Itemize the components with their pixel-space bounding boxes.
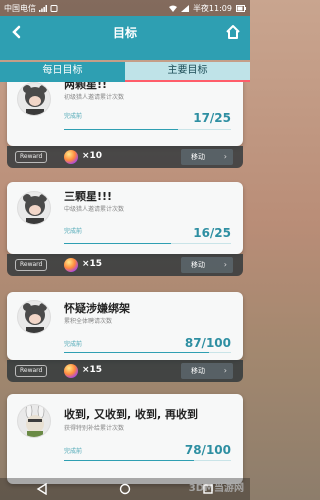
character-avatar-icon — [23, 194, 47, 224]
progress-bar-fill — [64, 243, 171, 244]
goal-card: 收到, 又收到, 收到, 再收到 获得特别补给累计次数 完成前 78/100 — [7, 394, 243, 484]
progress-bar-fill — [64, 352, 210, 353]
goal-card: 三颗星!!! 中级猎人邀请累计次数 完成前 16/25 — [7, 182, 243, 254]
goal-status-label: 完成前 — [64, 448, 83, 455]
goal-name: 收到, 又收到, 收到, 再收到 — [64, 408, 199, 421]
move-button[interactable]: 移动 › — [181, 149, 233, 165]
reward-row: Reward ×10 移动 › — [7, 146, 243, 168]
progress-bar — [64, 460, 231, 461]
avatar — [17, 404, 51, 438]
goal-progress: 78/100 — [184, 443, 231, 457]
reward-row: Reward ×15 移动 › — [7, 254, 243, 276]
avatar — [17, 82, 51, 116]
goal-status-label: 完成前 — [64, 228, 83, 235]
avatar — [17, 191, 51, 225]
goal-list: 两颗星!! 初级猎人邀请累计次数 完成前 17/25 Reward ×10 移动… — [0, 82, 250, 500]
progress-bar-fill — [64, 460, 195, 461]
move-button[interactable]: 移动 › — [181, 363, 233, 379]
character-avatar-icon — [23, 303, 47, 333]
reward-row: Reward ×15 移动 › — [7, 360, 243, 382]
bunny-character-icon — [25, 405, 45, 437]
goal-name: 三颗星!!! — [64, 190, 113, 203]
goal-card: 怀疑涉嫌绑架 累积全体聘请次数 完成前 87/100 — [7, 292, 243, 360]
tab-main-goals[interactable]: 主要目标 — [125, 62, 250, 82]
progress-bar-fill — [64, 129, 178, 130]
goal-description: 中级猎人邀请累计次数 — [64, 206, 125, 213]
wifi-icon — [168, 5, 177, 12]
nav-back-icon[interactable] — [35, 482, 49, 496]
reward-count: ×10 — [82, 151, 103, 161]
reward-count: ×15 — [82, 365, 103, 375]
nav-home-icon[interactable] — [118, 482, 132, 496]
page-title: 目标 — [112, 26, 137, 40]
home-button[interactable] — [222, 21, 244, 43]
goal-progress: 16/25 — [193, 226, 231, 240]
reward-count: ×15 — [82, 259, 103, 269]
goal-status-label: 完成前 — [64, 113, 83, 120]
signal-icon — [39, 4, 47, 12]
goal-name: 两颗星!! — [64, 82, 108, 91]
cellular-icon — [180, 4, 189, 12]
character-avatar-icon — [23, 85, 47, 115]
gem-icon — [64, 258, 78, 272]
progress-bar — [64, 243, 231, 244]
gem-icon — [64, 150, 78, 164]
goal-progress: 87/100 — [184, 336, 231, 350]
reward-tag: Reward — [15, 259, 48, 271]
system-nav-bar — [0, 478, 250, 500]
goal-description: 获得特别补给累计次数 — [64, 425, 125, 432]
status-bar: 中国电信 半夜11:09 — [0, 0, 250, 16]
progress-bar — [64, 352, 231, 353]
reward-tag: Reward — [15, 365, 48, 377]
battery-icon — [236, 4, 246, 12]
chevron-right-icon: › — [223, 152, 227, 161]
nav-recent-icon[interactable] — [201, 482, 215, 496]
goal-description: 初级猎人邀请累计次数 — [64, 94, 125, 101]
top-bar: 目标 — [0, 16, 250, 60]
move-button-label: 移动 — [191, 367, 205, 375]
move-button-label: 移动 — [191, 153, 205, 161]
reward-tag: Reward — [15, 151, 48, 163]
move-button[interactable]: 移动 › — [181, 257, 233, 273]
goal-status-label: 完成前 — [64, 341, 83, 348]
chevron-right-icon: › — [223, 260, 227, 269]
gem-icon — [64, 364, 78, 378]
home-icon — [226, 25, 240, 39]
progress-bar — [64, 129, 231, 130]
chevron-right-icon: › — [223, 366, 227, 375]
carrier-label: 中国电信 — [4, 3, 36, 13]
avatar — [17, 300, 51, 334]
move-button-label: 移动 — [191, 261, 205, 269]
goal-description: 累积全体聘请次数 — [64, 318, 113, 325]
status-time: 半夜11:09 — [192, 3, 232, 13]
goal-card: 两颗星!! 初级猎人邀请累计次数 完成前 17/25 — [7, 82, 243, 146]
notification-icon — [50, 4, 58, 12]
tab-daily-goals[interactable]: 每日目标 — [0, 62, 125, 82]
tab-bar: 每日目标 主要目标 — [0, 62, 250, 82]
goal-name: 怀疑涉嫌绑架 — [64, 302, 130, 315]
goal-progress: 17/25 — [193, 111, 231, 125]
